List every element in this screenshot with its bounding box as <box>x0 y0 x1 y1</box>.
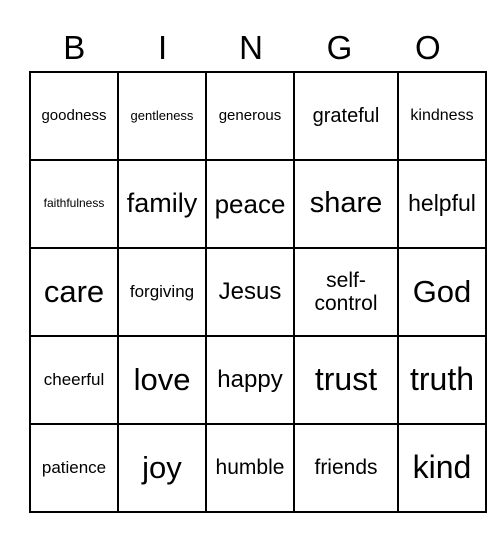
bingo-cell[interactable]: love <box>117 335 207 425</box>
bingo-cell[interactable]: joy <box>117 423 207 513</box>
header-letter-i: I <box>158 29 168 66</box>
grid-row: cheerful love happy trust truth <box>29 335 487 425</box>
bingo-cell[interactable]: gentleness <box>117 71 207 161</box>
header-letter-o: O <box>414 29 441 66</box>
grid-row: patience joy humble friends kind <box>29 423 487 513</box>
bingo-cell[interactable]: grateful <box>293 71 399 161</box>
bingo-cell[interactable]: care <box>29 247 119 337</box>
grid-row: care forgiving Jesus self-control God <box>29 247 487 337</box>
bingo-cell[interactable]: humble <box>205 423 295 513</box>
bingo-cell[interactable]: goodness <box>29 71 119 161</box>
bingo-header: B I N G O <box>30 26 472 70</box>
bingo-grid: goodness gentleness generous grateful kindne… <box>29 71 487 513</box>
bingo-cell[interactable]: peace <box>205 159 295 249</box>
bingo-cell[interactable]: happy <box>205 335 295 425</box>
bingo-cell[interactable]: family <box>117 159 207 249</box>
bingo-cell[interactable]: Jesus <box>205 247 295 337</box>
bingo-cell[interactable]: kind <box>397 423 487 513</box>
bingo-cell[interactable]: kindness <box>397 71 487 161</box>
bingo-cell[interactable]: faithfulness <box>29 159 119 249</box>
header-letter-g: G <box>326 29 353 66</box>
bingo-cell[interactable]: trust <box>293 335 399 425</box>
bingo-cell[interactable]: helpful <box>397 159 487 249</box>
bingo-cell[interactable]: God <box>397 247 487 337</box>
bingo-cell[interactable]: self-control <box>293 247 399 337</box>
bingo-cell[interactable]: forgiving <box>117 247 207 337</box>
header-letter-n: N <box>239 29 263 66</box>
header-letter-b: B <box>63 29 86 66</box>
bingo-cell[interactable]: cheerful <box>29 335 119 425</box>
bingo-cell[interactable]: share <box>293 159 399 249</box>
bingo-cell[interactable]: patience <box>29 423 119 513</box>
grid-row: faithfulness family peace share helpful <box>29 159 487 249</box>
bingo-cell[interactable]: generous <box>205 71 295 161</box>
grid-row: goodness gentleness generous grateful kindne… <box>29 71 487 161</box>
bingo-cell[interactable]: truth <box>397 335 487 425</box>
bingo-cell[interactable]: friends <box>293 423 399 513</box>
